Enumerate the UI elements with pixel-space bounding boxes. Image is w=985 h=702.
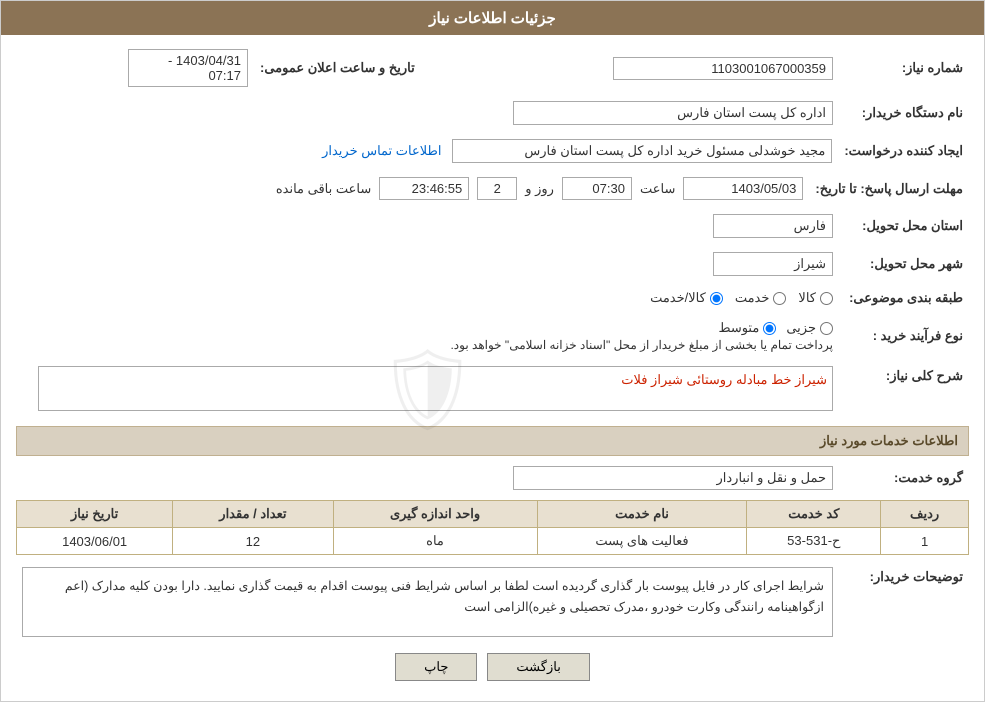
- cell-tarikh: 1403/06/01: [17, 528, 173, 555]
- shahr-value: شیراز: [713, 252, 833, 276]
- baqi-label: ساعت باقی مانده: [276, 181, 371, 197]
- radio-motaset-label: متوسط: [718, 320, 759, 336]
- nam-dasgah-value: اداره کل پست استان فارس: [513, 101, 833, 125]
- col-kod: کد خدمت: [747, 501, 881, 528]
- buttons-row: بازگشت چاپ: [16, 653, 969, 681]
- cell-vahed: ماه: [333, 528, 537, 555]
- farayand-note: پرداخت تمام یا بخشی از مبلغ خریدار از مح…: [22, 338, 833, 352]
- services-table: ردیف کد خدمت نام خدمت واحد اندازه گیری ت…: [16, 500, 969, 555]
- description-value: شرایط اجرای کار در فایل پیوست بار گذاری …: [22, 567, 833, 637]
- radio-kala-label: کالا: [798, 290, 816, 306]
- mohlat-tarikh: 1403/05/03: [683, 177, 803, 200]
- description-label: توضیحات خریدار:: [839, 563, 969, 641]
- radio-jazii[interactable]: جزیی: [786, 320, 833, 336]
- table-row: 1ح-531-53فعالیت های پستماه121403/06/01: [17, 528, 969, 555]
- nam-dasgah-label: نام دستگاه خریدار:: [839, 97, 969, 129]
- ostan-label: استان محل تحویل:: [839, 210, 969, 242]
- radio-motaset-input[interactable]: [763, 322, 776, 335]
- col-vahed: واحد اندازه گیری: [333, 501, 537, 528]
- gohreh-khadamat-value: حمل و نقل و انباردار: [513, 466, 833, 490]
- tarikh-elan-value: 1403/04/31 - 07:17: [128, 49, 248, 87]
- nave-farayand-label: نوع فرآیند خرید :: [839, 316, 969, 356]
- col-tedad: تعداد / مقدار: [173, 501, 333, 528]
- page-title: جزئیات اطلاعات نیاز: [1, 1, 984, 35]
- back-button[interactable]: بازگشت: [487, 653, 589, 681]
- cell-radif: 1: [881, 528, 969, 555]
- ijad-label: ایجاد کننده درخواست:: [838, 135, 969, 167]
- shomareNiaz-label: شماره نیاز:: [839, 45, 969, 91]
- radio-motaset[interactable]: متوسط: [718, 320, 776, 336]
- cell-nam: فعالیت های پست: [537, 528, 747, 555]
- cell-kod: ح-531-53: [747, 528, 881, 555]
- col-nam: نام خدمت: [537, 501, 747, 528]
- saat-label: ساعت: [640, 181, 675, 197]
- tarikh-elan-label: تاریخ و ساعت اعلان عمومی:: [254, 45, 421, 91]
- sharh-textarea[interactable]: [38, 366, 833, 411]
- gohreh-khadamat-label: گروه خدمت:: [839, 462, 969, 494]
- print-button[interactable]: چاپ: [395, 653, 477, 681]
- khadamat-section-header: اطلاعات خدمات مورد نیاز: [16, 426, 969, 456]
- cell-tedad: 12: [173, 528, 333, 555]
- radio-khadamat-input[interactable]: [773, 292, 786, 305]
- radio-kala-khadamat-label: کالا/خدمت: [650, 290, 706, 306]
- col-tarikh: تاریخ نیاز: [17, 501, 173, 528]
- ijad-value: مجید خوشدلی مسئول خرید اداره کل پست استا…: [452, 139, 832, 163]
- radio-khadamat[interactable]: خدمت: [735, 290, 787, 306]
- ostan-value: فارس: [713, 214, 833, 238]
- radio-kala-khadamat[interactable]: کالا/خدمت: [650, 290, 723, 306]
- mohlat-saat: 07:30: [562, 177, 632, 200]
- radio-kala-khadamat-input[interactable]: [710, 292, 723, 305]
- roz-label: روز و: [525, 181, 554, 197]
- mohlat-label: مهلت ارسال پاسخ: تا تاریخ:: [809, 173, 969, 204]
- radio-jazii-label: جزیی: [786, 320, 816, 336]
- roz-value: 2: [477, 177, 517, 200]
- sharh-label: شرح کلی نیاز:: [839, 362, 969, 418]
- col-radif: ردیف: [881, 501, 969, 528]
- tabaqeh-label: طبقه بندی موضوعی:: [839, 286, 969, 310]
- radio-kala-input[interactable]: [820, 292, 833, 305]
- radio-jazii-input[interactable]: [820, 322, 833, 335]
- radio-kala[interactable]: کالا: [798, 290, 833, 306]
- tamas-link[interactable]: اطلاعات تماس خریدار: [322, 143, 441, 158]
- radio-khadamat-label: خدمت: [735, 290, 770, 306]
- baqi-value: 23:46:55: [379, 177, 469, 200]
- shahr-label: شهر محل تحویل:: [839, 248, 969, 280]
- shomareNiaz-value: 1103001067000359: [613, 57, 833, 80]
